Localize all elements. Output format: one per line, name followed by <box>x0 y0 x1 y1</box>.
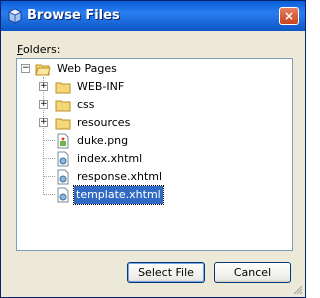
folder-open-icon <box>35 64 51 76</box>
tree-node-label: Web Pages <box>57 62 117 75</box>
expand-toggle[interactable]: + <box>39 100 48 109</box>
tree-node-web-inf[interactable]: + WEB-INF <box>39 78 179 96</box>
tree-node-css[interactable]: + css <box>39 96 179 114</box>
tree-node-label: WEB-INF <box>77 80 125 93</box>
close-icon: × <box>283 9 295 23</box>
folder-icon <box>55 82 71 94</box>
cancel-button[interactable]: Cancel <box>214 262 291 283</box>
close-button[interactable]: × <box>279 7 299 25</box>
select-file-button[interactable]: Select File <box>127 262 205 283</box>
tree-node-response-xhtml[interactable]: response.xhtml <box>39 168 189 186</box>
browse-files-dialog: Browse Files × Folders: − Web Pages + WE… <box>0 0 306 298</box>
folder-icon <box>55 118 71 130</box>
tree-node-web-pages[interactable]: − Web Pages <box>21 60 161 78</box>
collapse-toggle[interactable]: − <box>21 64 30 73</box>
folders-label: Folders: <box>17 43 60 56</box>
folder-tree[interactable]: − Web Pages + WEB-INF + css + resources … <box>16 58 293 251</box>
expand-toggle[interactable]: + <box>39 82 48 91</box>
tree-node-label: duke.png <box>77 134 129 147</box>
tree-node-label: resources <box>77 116 131 129</box>
tree-node-index-xhtml[interactable]: index.xhtml <box>39 150 179 168</box>
expand-toggle[interactable]: + <box>39 118 48 127</box>
app-cube-icon <box>8 8 22 24</box>
tree-node-resources[interactable]: + resources <box>39 114 179 132</box>
image-file-icon <box>57 133 69 149</box>
resize-grip-icon[interactable] <box>293 285 303 295</box>
xhtml-file-icon <box>57 187 69 203</box>
folders-label-rest: olders: <box>22 43 61 56</box>
tree-node-label: css <box>77 98 95 111</box>
title-bar[interactable]: Browse Files × <box>1 1 305 31</box>
window-title: Browse Files <box>27 8 120 23</box>
tree-node-label: index.xhtml <box>77 152 143 165</box>
tree-node-label: response.xhtml <box>77 170 163 183</box>
tree-node-template-xhtml[interactable]: template.xhtml <box>39 185 189 205</box>
xhtml-file-icon <box>57 151 69 167</box>
xhtml-file-icon <box>57 169 69 185</box>
tree-node-duke-png[interactable]: duke.png <box>39 132 179 150</box>
tree-node-label-selected: template.xhtml <box>73 185 164 205</box>
folder-icon <box>55 100 71 112</box>
